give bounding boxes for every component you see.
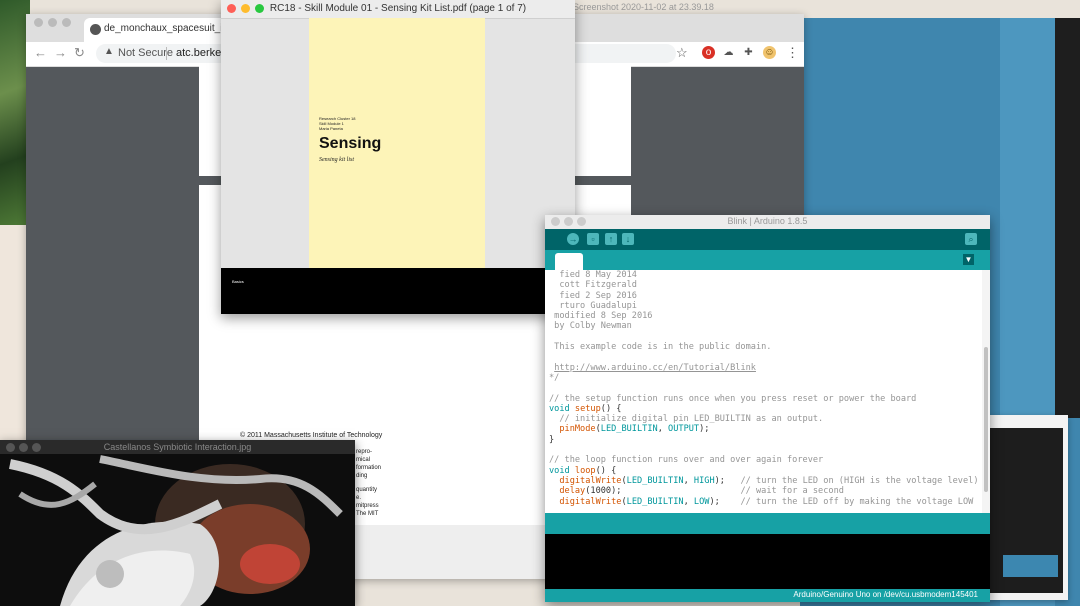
adblock-extension-icon[interactable]: o	[702, 46, 715, 59]
image-title-bar[interactable]: Castellanos Symbiotic Interaction.jpg	[0, 440, 355, 455]
page-text-line: formation	[356, 465, 382, 471]
desktop-dark-panel	[1055, 18, 1080, 418]
warning-icon: ▲	[104, 46, 114, 57]
page-text-line: e.	[356, 495, 362, 501]
pdf-footer-text: Basics	[232, 279, 244, 284]
page-text-line: The MIT	[356, 511, 379, 517]
pdf-next-page: Basics	[221, 268, 575, 314]
reload-icon[interactable]: ↻	[74, 45, 85, 61]
pdf-title-bar[interactable]: RC18 - Skill Module 01 - Sensing Kit Lis…	[221, 0, 575, 19]
code-editor[interactable]: fied 8 May 2014 cott Fitzgerald fied 2 S…	[545, 270, 982, 513]
forward-arrow-icon[interactable]: →	[54, 45, 67, 60]
minimize-window-button[interactable]	[48, 18, 57, 27]
new-sketch-icon[interactable]: ▫	[587, 233, 599, 245]
background-window	[988, 415, 1068, 600]
tab-menu-chevron-icon[interactable]: ▼	[963, 254, 974, 265]
pdf-preview-window: RC18 - Skill Module 01 - Sensing Kit Lis…	[221, 0, 575, 314]
photo-image	[0, 454, 355, 606]
pdf-window-title: RC18 - Skill Module 01 - Sensing Kit Lis…	[269, 3, 527, 14]
save-sketch-icon[interactable]: ↓	[622, 233, 634, 245]
pdf-meta: Research Cluster 18 Skill Module 1 Maria…	[319, 116, 355, 131]
page-text-line: mitpress	[356, 503, 379, 509]
arduino-footer: Arduino/Genuino Uno on /dev/cu.usbmodem1…	[545, 589, 990, 602]
arduino-status-bar	[545, 513, 990, 534]
arduino-toolbar: → ▫ ↑ ↓ ⌕	[545, 229, 990, 250]
url-text: atc.berkel	[176, 47, 224, 59]
pdf-subtitle: Sensing kit list	[319, 157, 354, 163]
arduino-window-title: Blink | Arduino 1.8.5	[727, 216, 808, 226]
arduino-ide-window: Blink | Arduino 1.8.5 → ▫ ↑ ↓ ⌕ ▼ fied 8…	[545, 215, 990, 602]
profile-avatar[interactable]: ☺	[763, 46, 776, 59]
page-text-line: mical	[356, 457, 371, 463]
close-window-button[interactable]	[34, 18, 43, 27]
globe-icon	[90, 24, 101, 35]
page-text-line: ding	[356, 473, 368, 479]
address-separator	[166, 47, 167, 60]
pdf-page: Research Cluster 18 Skill Module 1 Maria…	[309, 18, 485, 268]
back-arrow-icon[interactable]: ←	[34, 45, 47, 60]
sketch-tab[interactable]	[555, 253, 583, 270]
page-text-line: quantity	[356, 487, 378, 493]
pdf-heading: Sensing	[319, 135, 382, 152]
menu-dots-icon[interactable]: ⋮	[786, 45, 799, 61]
arduino-title-bar[interactable]: Blink | Arduino 1.8.5	[545, 215, 990, 230]
background-window-image	[1003, 555, 1058, 577]
arduino-console	[545, 534, 990, 589]
zoom-window-button[interactable]	[62, 18, 71, 27]
serial-monitor-icon[interactable]: ⌕	[965, 233, 977, 245]
extensions-puzzle-icon[interactable]: ✚	[742, 46, 755, 59]
image-window-title: Castellanos Symbiotic Interaction.jpg	[103, 442, 252, 452]
arduino-tab-bar: ▼	[545, 250, 990, 270]
screenshot-label: Screenshot 2020-11-02 at 23.39.18	[573, 2, 714, 12]
code-scrollbar-thumb[interactable]	[984, 347, 988, 492]
open-sketch-icon[interactable]: ↑	[605, 233, 617, 245]
copyright-text: © 2011 Massachusetts Institute of Techno…	[240, 432, 383, 439]
pdf-meta-line: Maria Paneta	[319, 126, 343, 131]
board-port-status: Arduino/Genuino Uno on /dev/cu.usbmodem1…	[793, 590, 978, 599]
upload-icon[interactable]: →	[567, 233, 579, 245]
page-text-line: repro-	[356, 449, 373, 455]
security-label: Not Secure	[118, 47, 174, 59]
cloud-extension-icon[interactable]: ☁	[722, 46, 735, 59]
code-text: fied 8 May 2014 cott Fitzgerald fied 2 S…	[549, 270, 979, 507]
bookmark-star-icon[interactable]: ☆	[676, 45, 688, 61]
image-viewer-window: Castellanos Symbiotic Interaction.jpg	[0, 440, 355, 606]
